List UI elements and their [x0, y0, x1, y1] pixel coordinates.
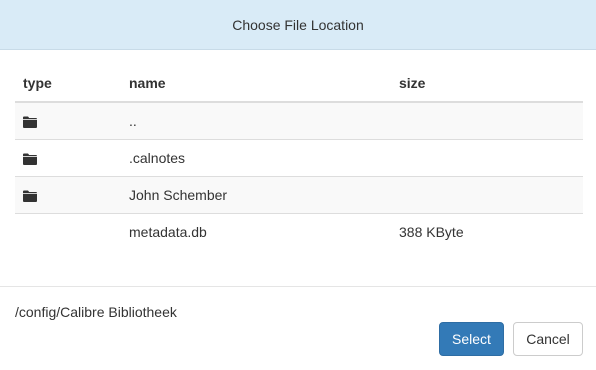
current-path: /config/Calibre Bibliotheek	[15, 304, 177, 320]
table-row[interactable]: John Schember	[15, 175, 583, 213]
folder-icon	[23, 116, 37, 129]
cancel-button[interactable]: Cancel	[513, 322, 583, 356]
name-cell: John Schember	[121, 175, 391, 213]
column-header-size: size	[391, 65, 583, 103]
type-cell	[15, 212, 121, 250]
size-cell	[391, 175, 583, 213]
table-row[interactable]: metadata.db 388 KByte	[15, 212, 583, 250]
type-cell	[15, 102, 121, 139]
folder-icon	[23, 153, 37, 165]
type-cell	[15, 175, 121, 213]
size-cell	[391, 102, 583, 139]
table-row[interactable]: .calnotes	[15, 138, 583, 176]
column-header-type: type	[15, 65, 121, 103]
dialog-body: type name size .. .calnotes John Schembe…	[0, 50, 596, 250]
folder-icon	[23, 190, 37, 202]
file-table: type name size .. .calnotes John Schembe…	[15, 65, 583, 250]
dialog-header: Choose File Location	[0, 0, 596, 50]
dialog-title: Choose File Location	[232, 16, 364, 33]
column-header-name: name	[121, 65, 391, 103]
size-cell: 388 KByte	[391, 212, 583, 250]
name-cell: ..	[121, 102, 391, 139]
size-cell	[391, 138, 583, 176]
type-cell	[15, 138, 121, 176]
table-header-row: type name size	[15, 65, 583, 103]
table-row[interactable]: ..	[15, 102, 583, 139]
select-button[interactable]: Select	[439, 322, 504, 356]
dialog-footer: /config/Calibre Bibliotheek Select Cance…	[0, 286, 596, 370]
file-location-dialog: Choose File Location type name size .. .…	[0, 0, 596, 370]
name-cell: metadata.db	[121, 212, 391, 250]
name-cell: .calnotes	[121, 138, 391, 176]
